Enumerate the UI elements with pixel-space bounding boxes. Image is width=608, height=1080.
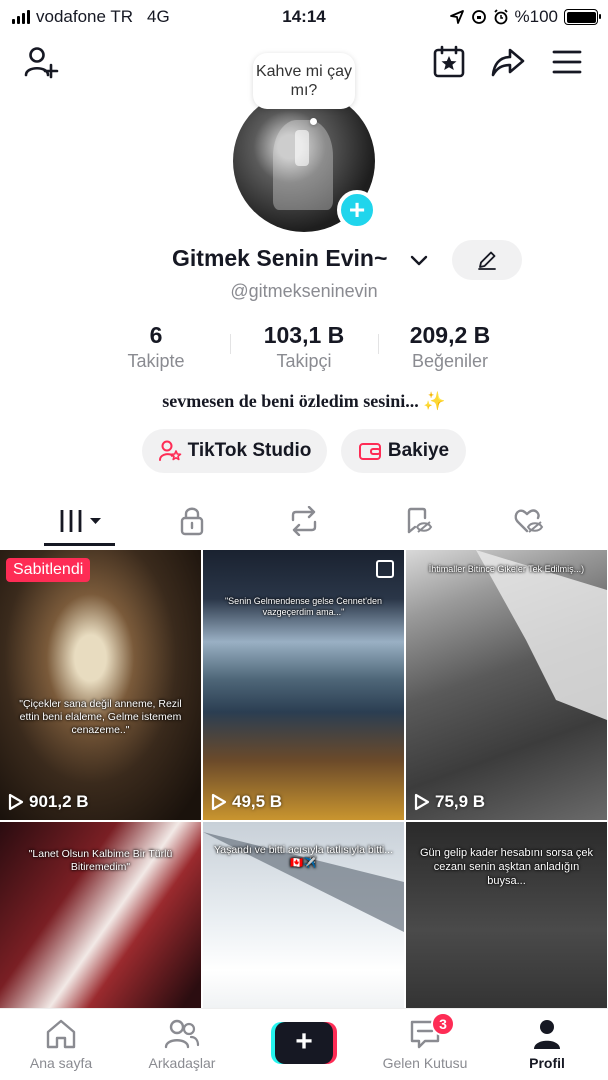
tiktok-studio-label: TikTok Studio	[187, 440, 312, 461]
nav-inbox[interactable]: Gelen Kutusu	[370, 1017, 480, 1071]
stat-followers[interactable]: 103,1 B Takipçi	[244, 322, 364, 372]
stat-value: 209,2 B	[409, 322, 491, 348]
alarm-icon	[493, 9, 508, 25]
nav-profile-label: Profil	[529, 1055, 565, 1071]
profile-tabs	[0, 496, 608, 548]
airplane-wing-shape	[476, 550, 607, 720]
stat-label: Beğeniler	[411, 351, 489, 371]
battery-percent: %100	[514, 7, 558, 26]
chevron-down-icon[interactable]	[408, 249, 430, 271]
status-bar: vodafone TR 4G 14:14 %100	[0, 0, 608, 34]
view-count-value: 901,2 B	[29, 792, 89, 811]
stat-following[interactable]: 6 Takipte	[106, 322, 206, 372]
view-count-value: 75,9 B	[435, 792, 486, 811]
edit-profile-button[interactable]	[452, 240, 522, 280]
stat-likes[interactable]: 209,2 B Beğeniler	[390, 322, 510, 372]
lock-rotation-icon	[471, 10, 486, 24]
inbox-notification-badge: 3	[431, 1012, 455, 1036]
nav-profile[interactable]: Profil	[492, 1017, 602, 1071]
tab-videos[interactable]	[44, 496, 115, 546]
note-bubble[interactable]: Kahve mi çay mı?	[253, 53, 355, 109]
share-profile-button[interactable]	[488, 42, 528, 82]
home-icon	[46, 1019, 76, 1049]
view-count-value: 49,5 B	[232, 792, 283, 811]
stat-label: Takipçi	[276, 351, 332, 371]
hamburger-menu-icon	[552, 50, 582, 74]
video-tile[interactable]: "Lanet Olsun Kalbime Bir Türlü Bitiremed…	[0, 822, 201, 1008]
repost-icon	[291, 506, 317, 536]
view-count: 75,9 B	[414, 792, 485, 812]
add-story-plus-icon[interactable]: +	[337, 190, 377, 230]
tab-liked[interactable]	[497, 496, 561, 546]
nav-friends-label: Arkadaşlar	[148, 1055, 216, 1071]
stat-value: 103,1 B	[263, 322, 345, 348]
active-tab-indicator	[44, 543, 115, 546]
tab-reposts[interactable]	[272, 496, 336, 546]
profile-person-icon	[534, 1020, 560, 1049]
bottom-navigation: Ana sayfa Arkadaşlar + Gelen Kutusu 3 Pr…	[0, 1008, 608, 1080]
username: @gitmekseninevin	[230, 281, 378, 301]
video-caption: İhtimaller Bitince Gikeler Tek Edilmiş..…	[428, 564, 585, 574]
balance-label: Bakiye	[387, 440, 450, 461]
video-tile[interactable]: İhtimaller Bitince Gikeler Tek Edilmiş..…	[406, 550, 607, 820]
heart-hidden-icon	[514, 509, 544, 533]
stat-label: Takipte	[127, 351, 185, 371]
play-icon	[211, 793, 227, 811]
wallet-icon	[358, 443, 381, 460]
video-caption: Gün gelip kader hesabını sorsa çek cezan…	[419, 847, 594, 887]
tab-favorites[interactable]	[386, 496, 450, 546]
view-count: 49,5 B	[211, 792, 282, 812]
lock-icon	[180, 507, 204, 536]
video-caption: "Lanet Olsun Kalbime Bir Türlü Bitiremed…	[28, 848, 173, 873]
tiktok-studio-button[interactable]: TikTok Studio	[142, 429, 327, 473]
video-tile[interactable]: Yaşandı ve bitti acısıyla tatlısıyla bit…	[203, 822, 404, 1008]
nav-inbox-label: Gelen Kutusu	[382, 1055, 468, 1071]
pinned-badge: Sabitlendi	[6, 558, 91, 582]
add-user-icon	[24, 47, 59, 79]
nav-home-label: Ana sayfa	[29, 1055, 93, 1071]
play-icon	[8, 793, 24, 811]
calendar-star-icon	[433, 45, 465, 78]
video-tile[interactable]: Gün gelip kader hesabını sorsa çek cezan…	[406, 822, 607, 1008]
nav-home[interactable]: Ana sayfa	[6, 1017, 116, 1071]
share-icon	[491, 48, 525, 77]
creator-calendar-button[interactable]	[429, 42, 469, 82]
stat-divider	[378, 334, 379, 354]
menu-button[interactable]	[547, 42, 587, 82]
user-star-icon	[158, 440, 181, 461]
view-count: 901,2 B	[8, 792, 89, 812]
create-post-button[interactable]: +	[271, 1022, 337, 1064]
battery-icon	[564, 9, 601, 25]
multi-photo-icon	[376, 560, 394, 578]
video-grid: Sabitlendi "Çiçekler sana değil anneme, …	[0, 550, 608, 1008]
video-caption: "Senin Gelmendense gelse Cennet'den vazg…	[224, 596, 383, 617]
tab-private[interactable]	[160, 496, 224, 546]
plus-icon: +	[275, 1022, 333, 1064]
profile-stats: 6 Takipte 103,1 B Takipçi 209,2 B Beğeni…	[0, 322, 608, 374]
location-icon	[449, 10, 464, 24]
profile-avatar[interactable]: +	[233, 90, 377, 232]
profile-bio: sevmesen de beni özledim sesini... ✨	[162, 391, 446, 411]
grid-videos-icon	[60, 510, 101, 532]
video-tile[interactable]: "Senin Gelmendense gelse Cennet'den vazg…	[203, 550, 404, 820]
stat-divider	[230, 334, 231, 354]
stat-value: 6	[149, 322, 163, 348]
video-tile[interactable]: Sabitlendi "Çiçekler sana değil anneme, …	[0, 550, 201, 820]
balance-button[interactable]: Bakiye	[341, 429, 466, 473]
add-friend-button[interactable]	[21, 42, 61, 82]
bookmark-hidden-icon	[407, 507, 433, 534]
friends-icon	[164, 1019, 200, 1049]
video-caption: "Çiçekler sana değil anneme, Rezil ettin…	[19, 698, 182, 736]
play-icon	[414, 793, 430, 811]
video-caption: Yaşandı ve bitti acısıyla tatlısıyla bit…	[214, 844, 393, 869]
nav-friends[interactable]: Arkadaşlar	[127, 1017, 237, 1071]
display-name: Gitmek Senin Evin~	[172, 245, 388, 271]
note-bubble-dot	[310, 118, 317, 125]
pencil-icon	[478, 251, 496, 270]
